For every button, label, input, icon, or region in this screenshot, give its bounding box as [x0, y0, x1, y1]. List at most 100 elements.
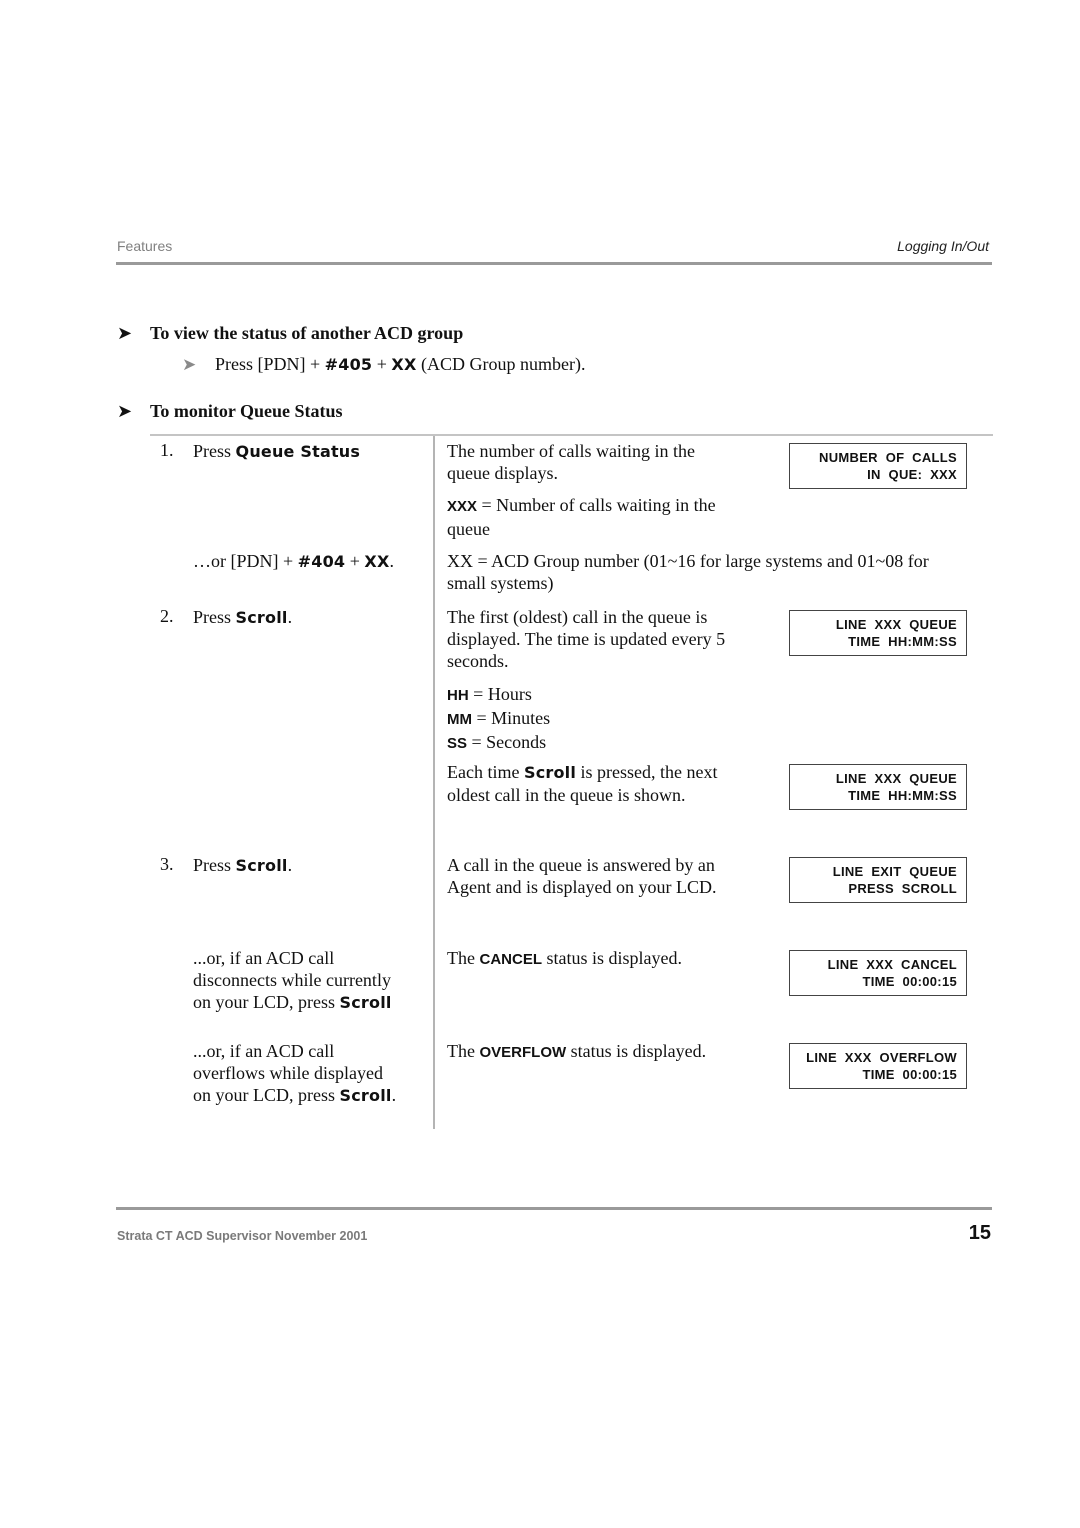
desc-line: The number of calls waiting in the [447, 441, 695, 461]
lcd-display-exit-queue: LINE EXIT QUEUE PRESS SCROLL [789, 857, 967, 903]
lcd-line: LINE XXX OVERFLOW [806, 1050, 957, 1065]
table-column-divider [433, 436, 435, 1129]
step-number: 3. [160, 854, 174, 874]
period: . [389, 551, 395, 571]
legend-key: SS [447, 735, 468, 752]
step-description: The first (oldest) call in the queue is … [447, 606, 725, 672]
desc-text: is pressed, the next [576, 762, 718, 782]
period: . [287, 855, 293, 875]
lcd-line: NUMBER OF CALLS [819, 450, 957, 465]
step-action: Press Scroll. [193, 854, 292, 877]
group-number-placeholder: XX [391, 355, 417, 374]
lcd-line: TIME HH:MM:SS [848, 788, 957, 803]
lcd-line: PRESS SCROLL [848, 881, 957, 896]
legend-seconds: SS = Seconds [447, 731, 550, 755]
legend-text: = Hours [468, 684, 532, 704]
step-description: A call in the queue is answered by an Ag… [447, 854, 716, 898]
legend-text: = Minutes [472, 708, 551, 728]
period: . [287, 607, 293, 627]
lcd-display-overflow: LINE XXX OVERFLOW TIME 00:00:15 [789, 1043, 967, 1089]
lcd-display-calls-in-queue: NUMBER OF CALLS IN QUE: XXX [789, 443, 967, 489]
desc-text: status is displayed. [541, 948, 682, 968]
desc-line: The first (oldest) call in the queue is [447, 607, 708, 627]
overflow-status-key: OVERFLOW [479, 1044, 567, 1061]
lcd-line: TIME 00:00:15 [862, 1067, 957, 1082]
action-line: ...or, if an ACD call [193, 948, 335, 968]
group-number-placeholder: XX [364, 552, 390, 571]
arrow-right-icon: ➤ [182, 354, 197, 375]
plus-text: + [372, 354, 392, 374]
scroll-key: Scroll [235, 856, 288, 875]
feature-code: #404 [297, 552, 346, 571]
running-header-topic: Logging In/Out [897, 238, 989, 254]
step-action-text: Press [193, 441, 236, 461]
lcd-display-line-queue-next: LINE XXX QUEUE TIME HH:MM:SS [789, 764, 967, 810]
overflow-alternative-action: ...or, if an ACD call overflows while di… [193, 1040, 396, 1107]
scroll-key: Scroll [339, 993, 392, 1012]
desc-text: Each time [447, 762, 524, 782]
lcd-line: LINE XXX QUEUE [835, 771, 957, 786]
footer-document-title: Strata CT ACD Supervisor November 2001 [117, 1229, 368, 1243]
procedure-title: To monitor Queue Status [150, 401, 343, 421]
step-action-text: Press [193, 855, 236, 875]
desc-line: displayed. The time is updated every 5 [447, 629, 726, 649]
lcd-line: TIME 00:00:15 [862, 974, 957, 989]
desc-text: The [447, 1041, 480, 1061]
legend-key: MM [447, 711, 472, 728]
desc-line: Agent and is displayed on your LCD. [447, 877, 717, 897]
lcd-display-line-queue: LINE XXX QUEUE TIME HH:MM:SS [789, 610, 967, 656]
desc-line: oldest call in the queue is shown. [447, 785, 686, 805]
step-action-text: Press [193, 607, 236, 627]
running-header-section: Features [117, 238, 173, 254]
desc-line: queue displays. [447, 463, 558, 483]
queue-status-key: Queue Status [235, 442, 361, 461]
step-number: 1. [160, 440, 174, 460]
feature-code: #405 [324, 355, 373, 374]
scroll-key: Scroll [235, 608, 288, 627]
xxx-definition: XXX = Number of calls waiting in the que… [447, 494, 716, 540]
desc-text: The [447, 948, 480, 968]
scroll-key: Scroll [339, 1086, 392, 1105]
desc-line: = Number of calls waiting in the [481, 495, 716, 515]
desc-line: A call in the queue is answered by an [447, 855, 715, 875]
scroll-description: Each time Scroll is pressed, the next ol… [447, 761, 718, 806]
action-line: ...or, if an ACD call [193, 1041, 335, 1061]
lcd-line: IN QUE: XXX [867, 467, 957, 482]
action-line: overflows while displayed [193, 1063, 383, 1083]
step-action: Press Scroll. [193, 606, 292, 629]
page-number: 15 [968, 1222, 991, 1244]
legend-text: = Seconds [467, 732, 547, 752]
step-text: Press [PDN] + [215, 354, 325, 374]
arrow-right-icon: ➤ [117, 401, 133, 422]
desc-line: small systems) [447, 573, 554, 593]
legend-minutes: MM = Minutes [447, 707, 550, 731]
arrow-right-icon: ➤ [117, 323, 133, 344]
step-action: Press Queue Status [193, 440, 360, 463]
legend-key: HH [447, 687, 469, 704]
lcd-line: TIME HH:MM:SS [848, 634, 957, 649]
plus-text: + [345, 551, 365, 571]
action-line: on your LCD, press [193, 992, 340, 1012]
procedure-step: ➤ Press [PDN] + #405 + XX (ACD Group num… [182, 354, 585, 375]
period: . [391, 1085, 397, 1105]
step-number: 2. [160, 606, 174, 626]
desc-line: seconds. [447, 651, 509, 671]
cancel-status-key: CANCEL [479, 951, 542, 968]
desc-line: queue [447, 519, 490, 539]
desc-line: XX = ACD Group number (01~16 for large s… [447, 551, 929, 571]
time-legend: HH = Hours MM = Minutes SS = Seconds [447, 683, 550, 755]
action-line: on your LCD, press [193, 1085, 340, 1105]
lcd-display-cancel: LINE XXX CANCEL TIME 00:00:15 [789, 950, 967, 996]
scroll-key: Scroll [523, 763, 577, 782]
procedure-title: To view the status of another ACD group [150, 323, 464, 343]
procedure-heading-view-status: ➤ To view the status of another ACD grou… [117, 323, 463, 344]
table-top-rule [150, 434, 993, 436]
step-action-text: …or [PDN] + [193, 551, 298, 571]
footer-rule [116, 1207, 992, 1210]
xx-definition: XX = ACD Group number (01~16 for large s… [447, 550, 929, 594]
desc-text: status is displayed. [566, 1041, 707, 1061]
legend-hours: HH = Hours [447, 683, 550, 707]
step-alternative-action: …or [PDN] + #404 + XX. [193, 550, 394, 573]
lcd-line: LINE XXX QUEUE [835, 617, 957, 632]
lcd-line: LINE XXX CANCEL [827, 957, 957, 972]
